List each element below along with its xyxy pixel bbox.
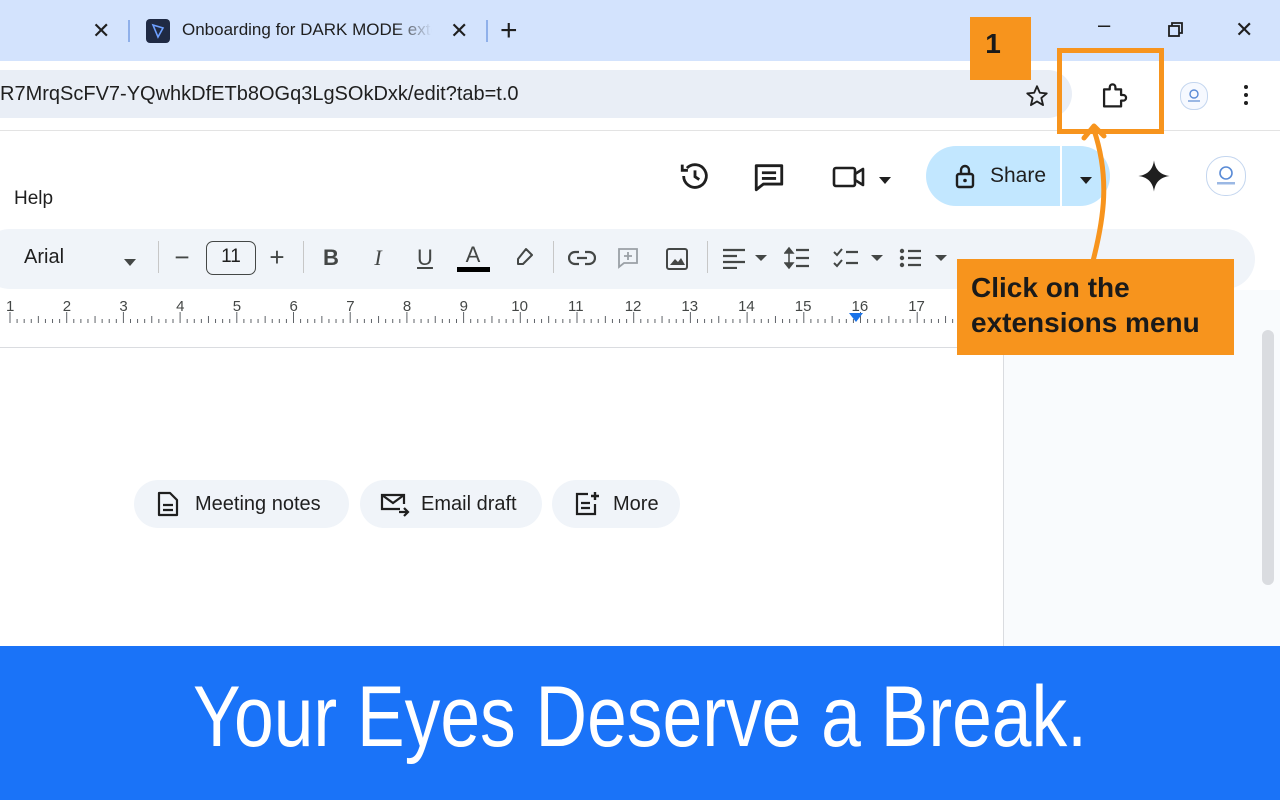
toolbar-separator xyxy=(158,241,159,273)
italic-button[interactable]: I xyxy=(366,246,390,270)
checklist-icon[interactable] xyxy=(833,247,885,269)
line-spacing-icon[interactable] xyxy=(783,246,810,270)
close-tab-icon[interactable]: ✕ xyxy=(92,20,110,42)
step-number: 1 xyxy=(985,28,1001,59)
new-tab-button[interactable]: + xyxy=(500,14,518,48)
favicon-icon xyxy=(146,19,170,43)
comments-icon[interactable] xyxy=(752,160,786,194)
right-indent-marker-icon[interactable] xyxy=(849,310,863,322)
tab-title: Onboarding for DARK MODE extension xyxy=(182,20,432,39)
increase-font-size-button[interactable]: + xyxy=(265,244,289,270)
bulleted-list-icon[interactable] xyxy=(899,247,949,269)
underline-button[interactable]: U xyxy=(413,246,437,270)
share-divider xyxy=(1060,146,1062,206)
close-tab-icon[interactable]: ✕ xyxy=(450,20,468,42)
more-label: More xyxy=(613,493,659,515)
minimize-button[interactable]: – xyxy=(1098,12,1110,38)
account-avatar[interactable] xyxy=(1206,156,1246,196)
tab-separator xyxy=(128,20,130,42)
profile-avatar[interactable] xyxy=(1180,82,1208,110)
align-left-icon[interactable] xyxy=(721,247,769,270)
add-note-icon xyxy=(574,491,600,517)
gemini-sparkle-icon[interactable] xyxy=(1137,159,1171,193)
share-label: Share xyxy=(990,164,1047,187)
meet-video-icon[interactable] xyxy=(832,163,866,191)
insert-link-icon[interactable] xyxy=(567,249,597,267)
meeting-notes-label: Meeting notes xyxy=(195,493,321,515)
tab-separator xyxy=(486,20,488,42)
insert-image-icon[interactable] xyxy=(665,247,689,271)
vertical-scrollbar[interactable] xyxy=(1262,330,1274,585)
version-history-icon[interactable] xyxy=(678,159,712,193)
highlight-pen-icon[interactable] xyxy=(512,245,536,269)
toolbar-separator xyxy=(707,241,708,273)
email-icon xyxy=(380,493,410,517)
menu-help[interactable]: Help xyxy=(14,188,53,210)
toolbar-separator xyxy=(303,241,304,273)
font-family-select[interactable]: Arial xyxy=(24,246,64,269)
add-comment-icon[interactable] xyxy=(616,246,640,270)
document-icon xyxy=(157,491,179,517)
callout-text: Click on the extensions menu xyxy=(971,272,1200,338)
decrease-font-size-button[interactable]: − xyxy=(170,244,194,270)
url-text[interactable]: R7MrqScFV7-YQwhkDfETb8OGq3LgSOkDxk/edit?… xyxy=(0,83,519,106)
restore-button[interactable] xyxy=(1168,22,1184,38)
browser-menu-icon[interactable] xyxy=(1244,84,1248,106)
text-color-swatch xyxy=(457,267,490,272)
font-size-value: 11 xyxy=(221,246,241,267)
email-draft-label: Email draft xyxy=(421,493,517,515)
font-dropdown-chevron-icon[interactable] xyxy=(124,254,136,266)
lock-icon xyxy=(953,163,977,189)
callout-arrow xyxy=(1081,123,1107,263)
toolbar-separator xyxy=(553,241,554,273)
chevron-down-icon[interactable] xyxy=(879,172,891,184)
text-color-button[interactable]: A xyxy=(461,243,485,267)
close-window-button[interactable]: ✕ xyxy=(1235,17,1253,43)
banner-headline: Your Eyes Deserve a Break. xyxy=(192,669,1088,765)
bookmark-star-icon[interactable] xyxy=(1024,83,1050,109)
bold-button[interactable]: B xyxy=(319,246,343,270)
